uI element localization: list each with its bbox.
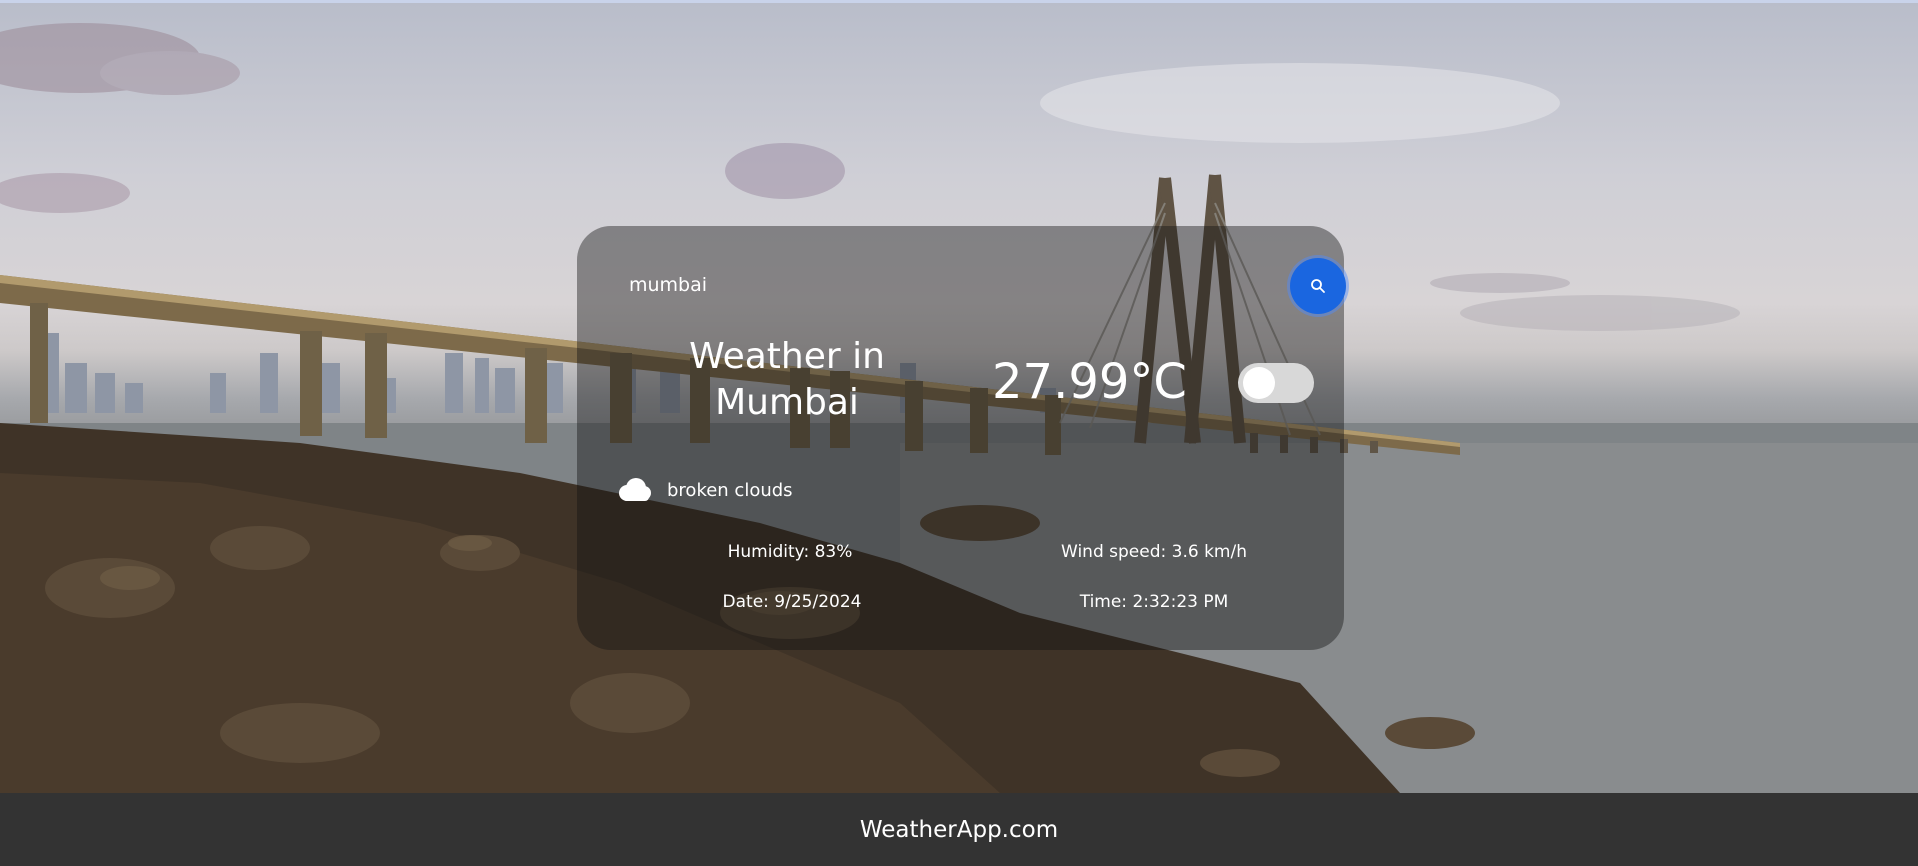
footer: WeatherApp.com xyxy=(0,793,1918,866)
wind-speed-value: Wind speed: 3.6 km/h xyxy=(1061,542,1247,562)
search-bar xyxy=(607,256,1346,316)
footer-brand: WeatherApp.com xyxy=(859,816,1059,843)
condition-description: broken clouds xyxy=(667,479,793,501)
city-title: Weather in Mumbai xyxy=(689,336,885,423)
humidity-value: Humidity: 83% xyxy=(727,542,853,562)
weather-card: Weather in Mumbai 27.99°C broken clouds … xyxy=(577,226,1346,650)
date-value: Date: 9/25/2024 xyxy=(722,592,862,612)
temperature: 27.99°C xyxy=(992,354,1187,410)
unit-toggle[interactable] xyxy=(1238,363,1314,403)
time-value: Time: 2:32:23 PM xyxy=(1079,592,1229,612)
condition-row: broken clouds xyxy=(615,472,793,508)
search-input[interactable] xyxy=(607,260,1227,310)
cloud-icon xyxy=(619,478,651,501)
search-button[interactable] xyxy=(1290,258,1346,314)
toggle-knob xyxy=(1243,367,1275,399)
search-icon xyxy=(1311,279,1325,293)
weather-app-page: Weather in Mumbai 27.99°C broken clouds … xyxy=(0,0,1918,866)
